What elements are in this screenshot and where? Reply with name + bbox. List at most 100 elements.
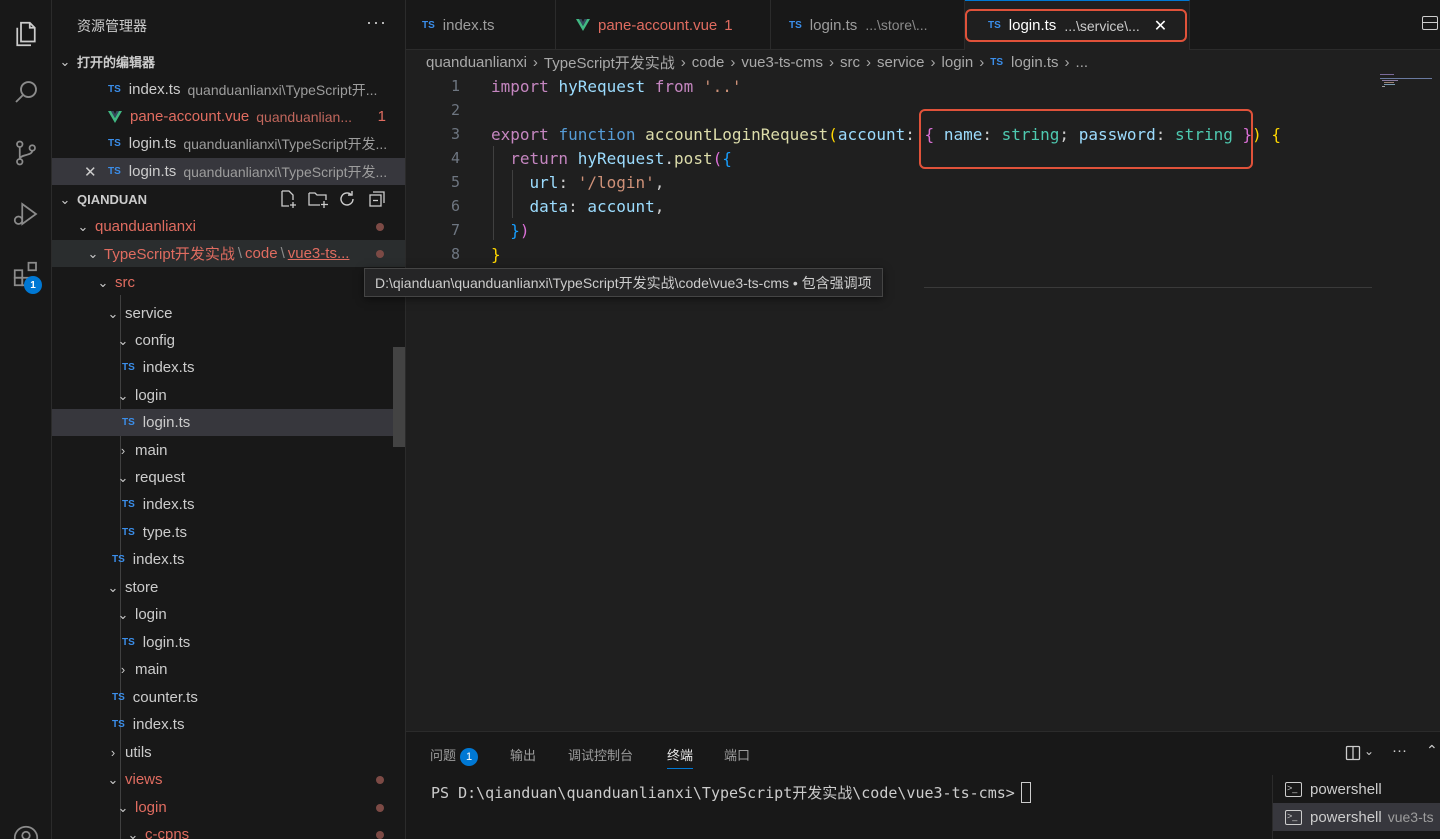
- open-editors-label: 打开的编辑器: [77, 55, 156, 70]
- tree-folder[interactable]: ⌄ service: [52, 300, 405, 327]
- open-editor-item[interactable]: pane-account.vue quanduanlian... 1: [52, 103, 405, 130]
- tree-folder[interactable]: › utils: [52, 739, 405, 766]
- collapse-all-icon[interactable]: [367, 189, 387, 209]
- tree-folder[interactable]: › main: [52, 656, 405, 683]
- tree-label: login: [135, 387, 167, 404]
- problem-count-badge: 1: [724, 16, 733, 34]
- tree-label: quanduanlianxi: [95, 218, 196, 235]
- tree-folder[interactable]: ⌄ quanduanlianxi: [52, 213, 405, 240]
- modified-indicator: [376, 249, 384, 258]
- breadcrumb-item[interactable]: quanduanlianxi: [426, 54, 527, 71]
- sidebar-scrollbar[interactable]: [393, 347, 405, 447]
- tree-folder[interactable]: ⌄ login: [52, 382, 405, 409]
- activity-bar: 1: [0, 0, 52, 839]
- explorer-more-button[interactable]: ···: [366, 12, 387, 33]
- maximize-panel-icon[interactable]: ⌃: [1426, 742, 1438, 759]
- tree-folder[interactable]: ⌄ views: [52, 766, 405, 793]
- tree-folder[interactable]: ⌄ src: [52, 269, 405, 296]
- tree-folder[interactable]: ⌄ login: [52, 794, 405, 821]
- tab-path: ...\store\...: [865, 17, 928, 33]
- tree-file[interactable]: TS index.ts: [52, 546, 405, 573]
- code-text: url: '/login',: [529, 172, 665, 192]
- vue-file-icon: [108, 110, 122, 123]
- terminal-output[interactable]: PS D:\qianduan\quanduanlianxi\TypeScript…: [431, 782, 1031, 803]
- minimap[interactable]: [1380, 73, 1440, 93]
- line-number: 7: [450, 221, 460, 239]
- tree-file[interactable]: TS login.ts: [52, 629, 405, 656]
- open-editor-name: index.ts: [128, 81, 181, 98]
- open-editors-header[interactable]: ⌄ 打开的编辑器: [52, 48, 405, 75]
- tree-file[interactable]: TS type.ts: [52, 519, 405, 546]
- new-file-icon[interactable]: [278, 189, 298, 209]
- breadcrumb-item[interactable]: service: [877, 54, 925, 71]
- chevron-right-icon: ›: [979, 53, 985, 71]
- account-icon[interactable]: [6, 818, 46, 839]
- code-line: 5 url: '/login',: [406, 170, 1372, 194]
- tree-file-selected[interactable]: TS login.ts: [52, 409, 405, 436]
- tab-output[interactable]: 输出: [510, 745, 536, 764]
- breadcrumb-item[interactable]: ...: [1076, 54, 1089, 71]
- split-editor-icon[interactable]: [1422, 16, 1438, 30]
- extensions-badge: 1: [24, 276, 42, 294]
- refresh-icon[interactable]: [337, 189, 357, 209]
- tree-file[interactable]: TS index.ts: [52, 491, 405, 518]
- open-editor-item[interactable]: TS index.ts quanduanlianxi\TypeScript开..…: [52, 76, 405, 103]
- tab-label: index.ts: [442, 16, 495, 34]
- search-icon[interactable]: [6, 72, 46, 112]
- close-icon[interactable]: ✕: [84, 163, 108, 181]
- tab-debug-console[interactable]: 调试控制台: [568, 745, 633, 764]
- problem-count-badge: 1: [377, 108, 386, 125]
- tab-pane-account-vue[interactable]: pane-account.vue 1: [556, 0, 771, 50]
- panel-more-button[interactable]: ···: [1392, 742, 1407, 759]
- open-editor-item[interactable]: TS login.ts quanduanlianxi\TypeScript开发.…: [52, 130, 405, 157]
- tree-label: login: [135, 799, 167, 816]
- tab-problems[interactable]: 问题 1: [430, 745, 479, 766]
- chevron-down-icon: ⌄: [107, 305, 119, 321]
- path-separator: \: [237, 245, 243, 262]
- new-folder-icon[interactable]: [307, 189, 329, 209]
- tree-label: utils: [125, 744, 152, 761]
- terminal-desc: vue3-ts: [1387, 809, 1434, 825]
- tree-folder-compact[interactable]: ⌄ TypeScript开发实战 \ code \ vue3-ts...: [52, 240, 405, 267]
- breadcrumb-item[interactable]: code: [692, 54, 725, 71]
- breadcrumb-item[interactable]: TypeScript开发实战: [544, 52, 675, 73]
- breadcrumb-item[interactable]: login: [942, 54, 974, 71]
- typescript-file-icon: TS: [108, 166, 121, 177]
- chevron-down-icon: ⌄: [107, 771, 119, 787]
- tree-file[interactable]: TS index.ts: [52, 711, 405, 738]
- run-debug-icon[interactable]: [6, 194, 46, 234]
- tab-index-ts[interactable]: TS index.ts: [406, 0, 556, 50]
- chevron-down-icon: ⌄: [107, 579, 119, 595]
- terminal-name: powershell: [1310, 808, 1382, 826]
- chevron-down-icon[interactable]: ⌄: [1364, 744, 1374, 758]
- tree-folder[interactable]: ⌄ store: [52, 574, 405, 601]
- open-editor-item-active[interactable]: ✕ TS login.ts quanduanlianxi\TypeScript开…: [52, 158, 405, 185]
- vue-file-icon: [576, 19, 590, 31]
- line-number: 2: [450, 101, 460, 119]
- tab-terminal[interactable]: 终端: [667, 745, 694, 769]
- tab-ports[interactable]: 端口: [724, 745, 750, 764]
- breadcrumb-item[interactable]: src: [840, 54, 860, 71]
- tree-folder[interactable]: ⌄ request: [52, 464, 405, 491]
- explorer-icon[interactable]: [6, 14, 46, 54]
- tree-file[interactable]: TS index.ts: [52, 354, 405, 381]
- tree-label: type.ts: [142, 524, 187, 541]
- tree-folder[interactable]: › main: [52, 437, 405, 464]
- tree-folder[interactable]: ⌄ c-cpns: [52, 821, 405, 839]
- breadcrumb-item[interactable]: vue3-ts-cms: [741, 54, 823, 71]
- terminal-name: powershell: [1310, 780, 1382, 798]
- source-control-icon[interactable]: [6, 133, 46, 173]
- tree-file[interactable]: TS counter.ts: [52, 684, 405, 711]
- breadcrumb-item[interactable]: login.ts: [1011, 54, 1059, 71]
- terminal-instance-active[interactable]: >_ powershell vue3-ts: [1273, 803, 1440, 831]
- chevron-right-icon: ›: [532, 53, 538, 71]
- code-line: 7 }): [406, 218, 1372, 242]
- tab-login-ts-store[interactable]: TS login.ts ...\store\...: [771, 0, 965, 50]
- tree-folder[interactable]: ⌄ login: [52, 601, 405, 628]
- tree-folder[interactable]: ⌄ config: [52, 327, 405, 354]
- split-terminal-icon[interactable]: [1345, 745, 1361, 761]
- line-number: 5: [450, 173, 460, 191]
- bottom-panel: 问题 1 输出 调试控制台 终端 端口 ⌄ ··· ⌃ PS D:\qiandua…: [406, 731, 1440, 839]
- terminal-instance[interactable]: >_ powershell: [1273, 775, 1440, 803]
- code-text: return hyRequest.post({: [510, 148, 732, 168]
